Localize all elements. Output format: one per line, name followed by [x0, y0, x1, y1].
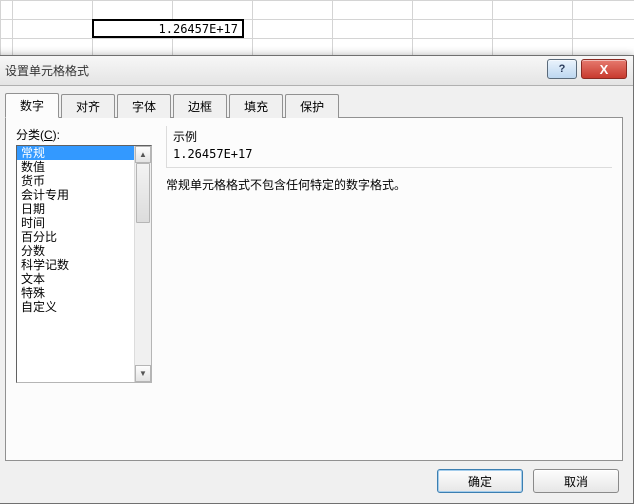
- help-button[interactable]: ?: [547, 59, 577, 79]
- scroll-track[interactable]: [135, 163, 151, 365]
- tab-fill[interactable]: 填充: [229, 94, 283, 118]
- spreadsheet-background: 1.26457E+17: [0, 0, 634, 60]
- cancel-button[interactable]: 取消: [533, 469, 619, 493]
- list-item[interactable]: 百分比: [17, 230, 134, 244]
- list-item[interactable]: 自定义: [17, 300, 134, 314]
- list-item[interactable]: 日期: [17, 202, 134, 216]
- list-item[interactable]: 会计专用: [17, 188, 134, 202]
- list-item[interactable]: 分数: [17, 244, 134, 258]
- ok-button[interactable]: 确定: [437, 469, 523, 493]
- tab-protection[interactable]: 保护: [285, 94, 339, 118]
- tabstrip: 数字 对齐 字体 边框 填充 保护: [5, 94, 623, 118]
- list-item[interactable]: 数值: [17, 160, 134, 174]
- scroll-up-icon[interactable]: ▲: [135, 146, 151, 163]
- list-item[interactable]: 货币: [17, 174, 134, 188]
- list-item[interactable]: 文本: [17, 272, 134, 286]
- tab-number[interactable]: 数字: [5, 93, 59, 118]
- scroll-down-icon[interactable]: ▼: [135, 365, 151, 382]
- list-item[interactable]: 时间: [17, 216, 134, 230]
- category-description: 常规单元格格式不包含任何特定的数字格式。: [166, 176, 612, 193]
- dialog-button-row: 确定 取消: [5, 461, 623, 497]
- listbox-scrollbar[interactable]: ▲ ▼: [134, 146, 151, 382]
- dialog-title: 设置单元格格式: [5, 62, 89, 79]
- format-cells-dialog: 设置单元格格式 ? X 数字 对齐 字体 边框 填充 保护 分类(C):: [0, 55, 634, 504]
- tab-border[interactable]: 边框: [173, 94, 227, 118]
- list-item[interactable]: 科学记数: [17, 258, 134, 272]
- tab-alignment[interactable]: 对齐: [61, 94, 115, 118]
- example-group: 示例 1.26457E+17: [166, 126, 612, 168]
- list-item[interactable]: 常规: [17, 146, 134, 160]
- dialog-titlebar[interactable]: 设置单元格格式 ? X: [0, 56, 633, 86]
- scroll-thumb[interactable]: [136, 163, 150, 223]
- list-item[interactable]: 特殊: [17, 286, 134, 300]
- tab-panel-number: 分类(C): 常规 数值 货币 会计专用 日期 时间 百分比 分数 科学记数: [5, 117, 623, 461]
- dialog-body: 数字 对齐 字体 边框 填充 保护 分类(C): 常规 数值 货币: [0, 86, 633, 503]
- example-value: 1.26457E+17: [173, 147, 606, 161]
- category-label: 分类(C):: [16, 126, 152, 143]
- selected-cell[interactable]: 1.26457E+17: [92, 19, 244, 38]
- category-listbox[interactable]: 常规 数值 货币 会计专用 日期 时间 百分比 分数 科学记数 文本 特殊 自定…: [16, 145, 152, 383]
- tab-font[interactable]: 字体: [117, 94, 171, 118]
- example-title: 示例: [173, 128, 606, 145]
- close-button[interactable]: X: [581, 59, 627, 79]
